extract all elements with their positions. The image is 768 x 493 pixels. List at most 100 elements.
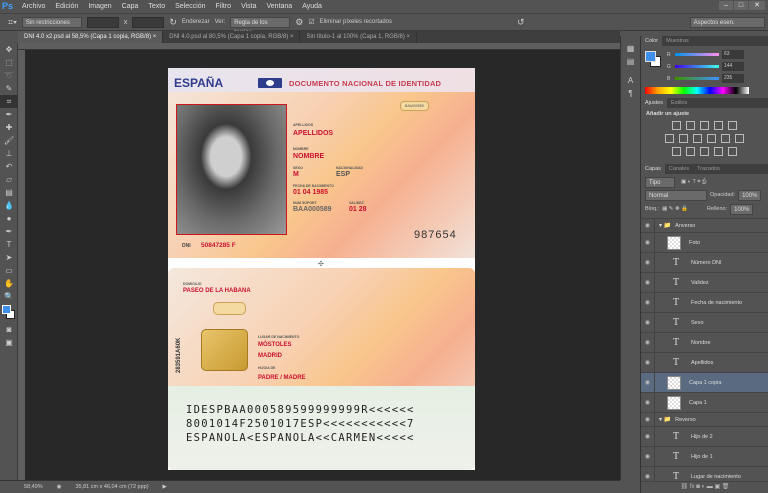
lasso-tool-icon[interactable]: ➰ xyxy=(0,69,18,82)
lock-icons[interactable]: ▦ ✎ ✥ 🔒 xyxy=(662,206,688,212)
visibility-eye-icon[interactable]: ◉ xyxy=(641,373,655,392)
adjustment-icons-row-3[interactable] xyxy=(646,147,763,156)
blue-slider[interactable] xyxy=(675,77,719,80)
brush-tool-icon[interactable]: 🖌 xyxy=(0,134,18,147)
paragraph-panel-icon[interactable]: ¶ xyxy=(621,87,640,100)
history-brush-icon[interactable]: ↶ xyxy=(0,160,18,173)
color-swatches[interactable] xyxy=(0,303,17,323)
visibility-eye-icon[interactable]: ◉ xyxy=(641,413,655,426)
tab-capas[interactable]: Capas xyxy=(641,164,665,174)
blend-mode-select[interactable]: Normal xyxy=(645,189,707,201)
visibility-eye-icon[interactable]: ◉ xyxy=(641,273,655,292)
layer-row[interactable]: ◉ T Hijo de 2 xyxy=(641,427,768,447)
menu-imagen[interactable]: Imagen xyxy=(88,3,111,10)
filter-type-select[interactable]: Tipo xyxy=(645,176,675,188)
visibility-eye-icon[interactable]: ◉ xyxy=(641,353,655,372)
fill-field[interactable]: 100% xyxy=(730,203,754,215)
marquee-tool-icon[interactable]: ⬚ xyxy=(0,56,18,69)
visibility-eye-icon[interactable]: ◉ xyxy=(641,393,655,412)
layer-row[interactable]: ◉ T Número DNI xyxy=(641,253,768,273)
blue-value[interactable]: 235 xyxy=(722,74,744,83)
layer-row[interactable]: ◉ T Validez xyxy=(641,273,768,293)
foreground-color-swatch[interactable] xyxy=(645,51,656,62)
visibility-eye-icon[interactable]: ◉ xyxy=(641,313,655,332)
width-field[interactable] xyxy=(86,16,119,28)
color-spectrum[interactable] xyxy=(645,87,749,94)
tab-color[interactable]: Color xyxy=(641,36,663,46)
reset-icon[interactable]: ↺ xyxy=(517,17,525,28)
red-slider[interactable] xyxy=(675,53,719,56)
crop-tool-icon[interactable]: ⌗ xyxy=(0,95,18,108)
properties-panel-icon[interactable]: ▤ xyxy=(621,55,640,68)
delete-cropped-checkbox[interactable]: ☑ xyxy=(308,18,314,26)
ratio-select[interactable]: Sin restricciones xyxy=(21,16,82,28)
tab-dni-x2[interactable]: DNI 4.0 x2.psd al 58,5% (Capa 1 copia, R… xyxy=(18,31,164,43)
layer-row[interactable]: ◉ T Hijo de 1 xyxy=(641,447,768,467)
maximize-button[interactable]: □ xyxy=(734,1,748,10)
document-canvas[interactable]: ESPAÑA DOCUMENTO NACIONAL DE IDENTIDAD B… xyxy=(168,68,475,470)
shape-tool-icon[interactable]: ▭ xyxy=(0,264,18,277)
menu-ventana[interactable]: Ventana xyxy=(267,3,293,10)
layer-row[interactable]: ◉ ▾ 📁 Reverso xyxy=(641,413,768,427)
visibility-eye-icon[interactable]: ◉ xyxy=(641,427,655,446)
red-value[interactable]: 63 xyxy=(722,50,744,59)
visibility-eye-icon[interactable]: ◉ xyxy=(641,293,655,312)
rotate-icon[interactable]: ↻ xyxy=(169,17,177,28)
visibility-eye-icon[interactable]: ◉ xyxy=(641,333,655,352)
close-button[interactable]: ✕ xyxy=(749,1,765,10)
green-value[interactable]: 144 xyxy=(722,62,744,71)
layer-row[interactable]: ◉ T Sexo xyxy=(641,313,768,333)
menu-filtro[interactable]: Filtro xyxy=(216,3,232,10)
zoom-tool-icon[interactable]: 🔍 xyxy=(0,290,18,303)
eyedropper-tool-icon[interactable]: ✒ xyxy=(0,108,18,121)
tab-estilos[interactable]: Estilos xyxy=(667,98,691,108)
filter-icons[interactable]: ▣ ◐ T ⌗ ⎙ xyxy=(681,179,706,186)
screen-mode-icon[interactable]: ▣ xyxy=(0,336,18,349)
gear-icon[interactable]: ⚙ xyxy=(295,17,303,28)
dodge-tool-icon[interactable]: ● xyxy=(0,212,18,225)
height-field[interactable] xyxy=(132,16,165,28)
move-tool-icon[interactable]: ✥ xyxy=(0,43,18,56)
status-menu-arrow-icon[interactable]: ▶ xyxy=(163,484,167,490)
workspace-select[interactable]: Aspectos esen. xyxy=(689,16,765,28)
tab-dni[interactable]: DNI 4.0.psd al 80,5% (Capa 1 copia, RGB/… xyxy=(163,31,301,43)
quick-mask-icon[interactable]: ◙ xyxy=(0,323,18,336)
status-share-icon[interactable]: ◉ xyxy=(57,484,62,490)
type-tool-icon[interactable]: T xyxy=(0,238,18,251)
layer-row[interactable]: ◉ T Apellidos xyxy=(641,353,768,373)
blur-tool-icon[interactable]: 💧 xyxy=(0,199,18,212)
menu-vista[interactable]: Vista xyxy=(241,3,256,10)
tab-sin-titulo[interactable]: Sin título-1 al 100% (Capa 1, RGB/8) × xyxy=(300,31,418,43)
menu-texto[interactable]: Texto xyxy=(148,3,165,10)
layer-row[interactable]: ◉ Foto xyxy=(641,233,768,253)
visibility-eye-icon[interactable]: ◉ xyxy=(641,447,655,466)
history-panel-icon[interactable]: ▦ xyxy=(621,42,640,55)
stamp-tool-icon[interactable]: ⊥ xyxy=(0,147,18,160)
minimize-button[interactable]: ‒ xyxy=(719,1,733,10)
adjustment-icons-row-1[interactable] xyxy=(646,121,763,130)
adjustment-icons-row-2[interactable] xyxy=(646,134,763,143)
menu-archivo[interactable]: Archivo xyxy=(22,3,45,10)
menu-edicion[interactable]: Edición xyxy=(55,3,78,10)
eraser-tool-icon[interactable]: ▱ xyxy=(0,173,18,186)
layer-row[interactable]: ◉ Capa 1 xyxy=(641,393,768,413)
tab-trazados[interactable]: Trazados xyxy=(693,164,724,174)
opacity-field[interactable]: 100% xyxy=(738,189,762,201)
tab-ajustes[interactable]: Ajustes xyxy=(641,98,668,108)
menu-capa[interactable]: Capa xyxy=(122,3,139,10)
menu-seleccion[interactable]: Selección xyxy=(175,3,205,10)
pen-tool-icon[interactable]: ✒ xyxy=(0,225,18,238)
document-size[interactable]: 35,81 cm x 46,04 cm (72 ppp) xyxy=(75,484,148,490)
layers-footer-buttons[interactable]: ⛓ fx ◙ ◐ ▬ ▣ 🗑 xyxy=(641,481,768,493)
visibility-eye-icon[interactable]: ◉ xyxy=(641,219,655,232)
layer-row[interactable]: ◉ Capa 1 copia xyxy=(641,373,768,393)
hand-tool-icon[interactable]: ✋ xyxy=(0,277,18,290)
character-panel-icon[interactable]: A xyxy=(621,74,640,87)
zoom-level[interactable]: 58,49% xyxy=(24,484,43,490)
straighten-button[interactable]: Enderezar xyxy=(182,19,210,25)
swap-label[interactable]: x xyxy=(124,19,128,26)
crop-tool-icon[interactable]: ⌗▾ xyxy=(8,17,17,28)
layer-row[interactable]: ◉ ▾ 📁 Anverso xyxy=(641,219,768,233)
gradient-tool-icon[interactable]: ▤ xyxy=(0,186,18,199)
green-slider[interactable] xyxy=(675,65,719,68)
